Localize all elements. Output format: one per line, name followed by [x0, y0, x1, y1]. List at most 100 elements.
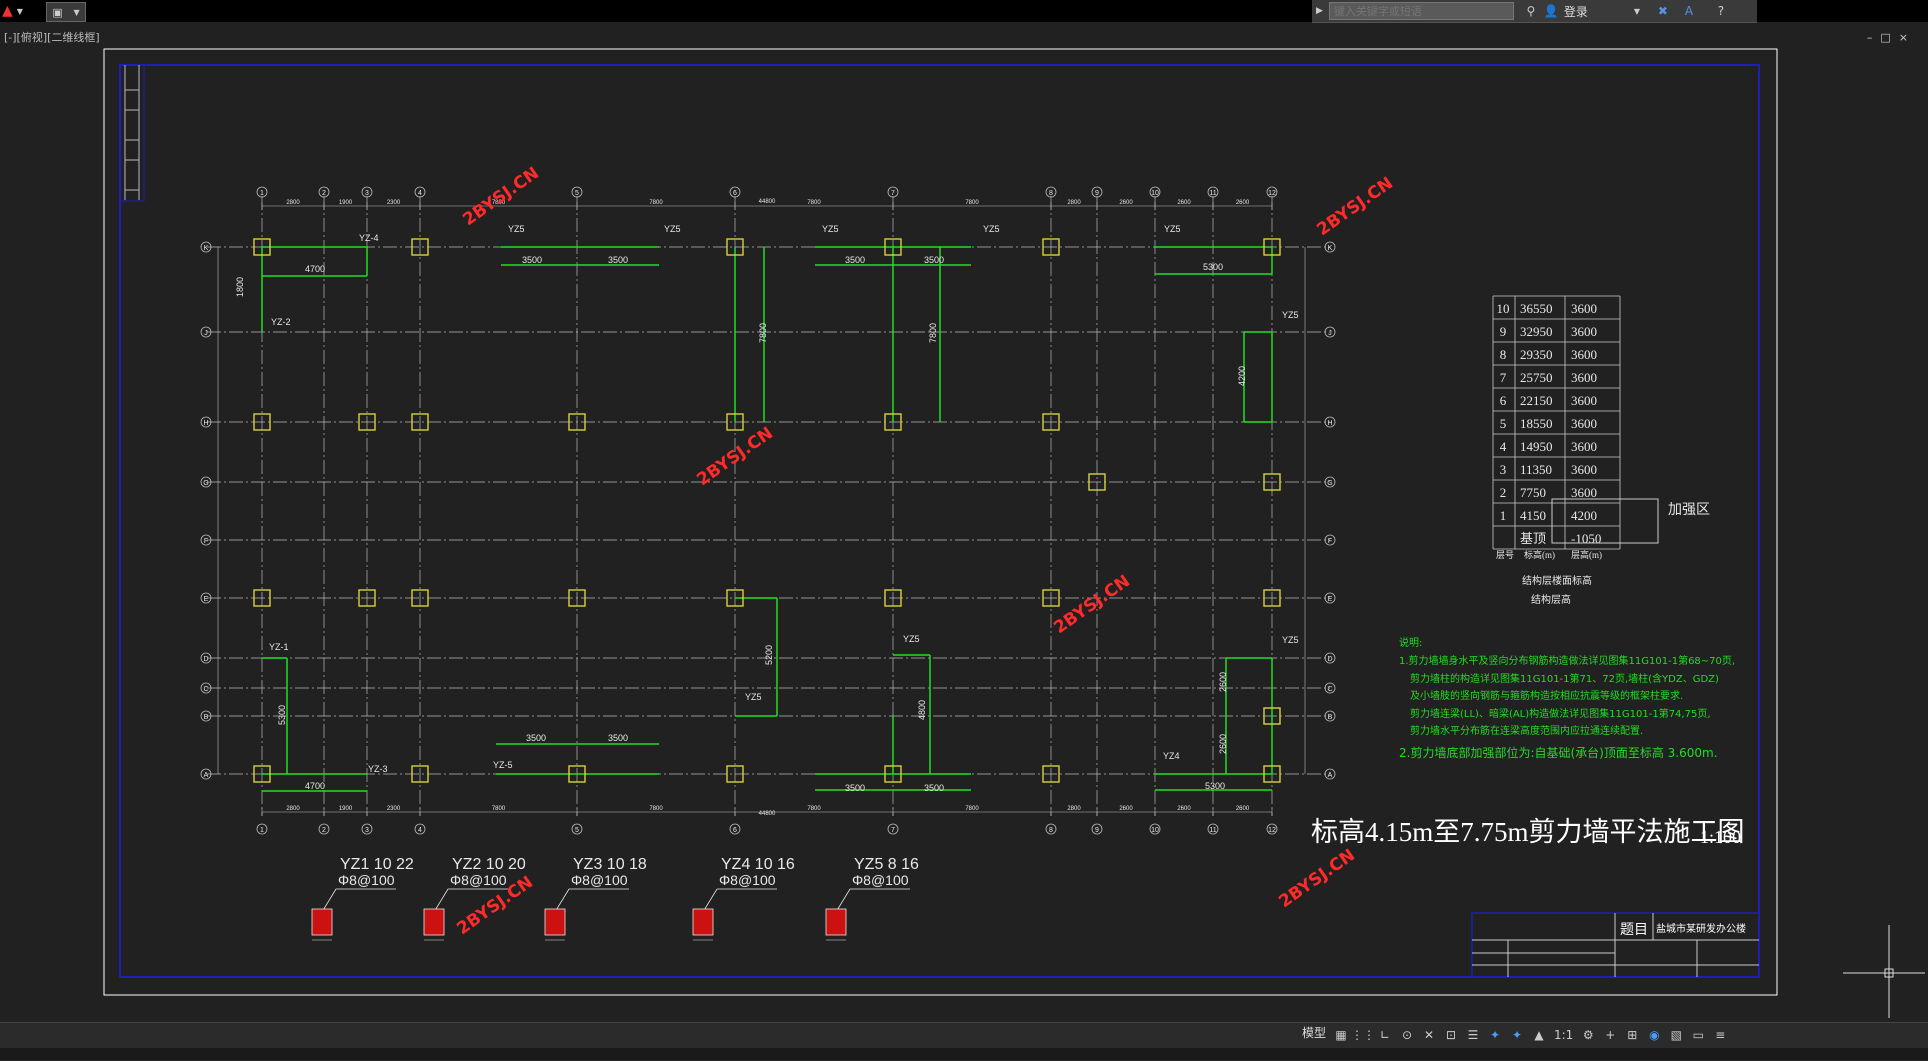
grid-label-left: K	[204, 245, 209, 252]
lineweight-toggle-icon[interactable]: ☰	[1462, 1024, 1484, 1046]
grid-spacing-label: 2600	[1236, 806, 1250, 812]
annotation-scale-value[interactable]: 1:1	[1550, 1024, 1577, 1046]
grid-label-left: F	[204, 538, 208, 545]
grid-spacing-label: 7800	[649, 200, 663, 206]
annotation-scale-icon[interactable]: ▲	[1528, 1024, 1550, 1046]
grid-label-right: E	[1328, 596, 1333, 603]
annotation-visibility-icon[interactable]: ✦	[1484, 1024, 1506, 1046]
level-floor-cell: 9	[1500, 324, 1507, 339]
grid-spacing-label: 2600	[1119, 200, 1133, 206]
grid-label-top: 8	[1049, 190, 1053, 197]
otrack-toggle-icon[interactable]: ⊡	[1440, 1024, 1462, 1046]
grid-spacing-label: 2600	[1177, 200, 1191, 206]
column-detail-stirrup: Φ8@100	[338, 872, 395, 888]
level-elev-cell: 25750	[1520, 370, 1553, 385]
grid-label-bottom: 8	[1049, 827, 1053, 834]
dim-3500d: 3500	[924, 255, 944, 265]
notes-line-2: 剪力墙柱的构造详见图集11G101-1第71、72页,墙柱(含YDZ、GDZ)	[1410, 672, 1719, 685]
binding-strip	[119, 64, 145, 202]
wall-dimension-labels: 4700 3500 3500 3500 3500 5300 7800 7800 …	[235, 255, 1247, 793]
level-elev-cell: 4150	[1520, 508, 1546, 523]
tag-yz5b: YZ5	[664, 224, 681, 234]
grid-spacing-label: 1900	[339, 200, 353, 206]
model-tab[interactable]: 模型	[1302, 1024, 1326, 1041]
customize-menu-icon[interactable]: ≡	[1709, 1024, 1731, 1046]
grid-label-left: J	[204, 330, 208, 337]
grid-spacing-label: 7800	[965, 200, 979, 206]
column-detail-name: YZ2 10 20	[452, 856, 526, 873]
drawing-canvas[interactable]: 112233445566778899101011111212K KJ JH HG GF F…	[0, 0, 1928, 1022]
level-floor-cell: 7	[1500, 370, 1507, 385]
binding-strip-marks	[124, 65, 140, 200]
strengthened-zone-label: 加强区	[1668, 502, 1710, 518]
column-detail-name: YZ5 8 16	[854, 856, 919, 873]
level-elev-cell: 29350	[1520, 347, 1553, 362]
grid-label-bottom: 1	[260, 827, 264, 834]
grid-label-right: K	[1328, 245, 1333, 252]
grid-label-bottom: 5	[575, 827, 579, 834]
units-icon[interactable]: ⊞	[1621, 1024, 1643, 1046]
grid-label-right: B	[1328, 714, 1333, 721]
grid-label-left: A	[204, 772, 209, 779]
title-block-label: 题目	[1620, 923, 1648, 938]
notes-line-3: 及小墙肢的竖向钢筋与箍筋构造按相应抗震等级的框架柱要求.	[1410, 689, 1683, 702]
grid-label-top: 3	[365, 190, 369, 197]
level-elev-cell: 18550	[1520, 416, 1553, 431]
column-details: YZ1 10 22Φ8@100YZ2 10 20Φ8@100YZ3 10 18Φ…	[311, 856, 919, 941]
level-header-height: 层高(m)	[1571, 549, 1602, 560]
grid-spacing-label: 2600	[1177, 806, 1191, 812]
dim-7800a: 7800	[758, 323, 768, 343]
tag-yz5d: YZ5	[983, 224, 1000, 234]
grid-label-right: H	[1327, 420, 1332, 427]
clean-screen-icon[interactable]: ▭	[1687, 1024, 1709, 1046]
strengthened-zone-box	[1551, 498, 1659, 544]
grid-spacing-label: 2600	[1236, 200, 1250, 206]
ortho-toggle-icon[interactable]: ∟	[1374, 1024, 1396, 1046]
dim-4700a: 4700	[305, 264, 325, 274]
tag-yz5f: YZ5	[1282, 310, 1299, 320]
grid-spacing-label: 2800	[1067, 200, 1081, 206]
grid-label-top: 5	[575, 190, 579, 197]
title-block: 题目 盐城市某研发办公楼	[1471, 912, 1760, 978]
grid-label-right: J	[1328, 330, 1332, 337]
grid-label-bottom: 9	[1095, 827, 1099, 834]
column-detail-stirrup: Φ8@100	[719, 872, 776, 888]
dim-3500f: 3500	[608, 733, 628, 743]
column-detail-yz1: YZ1 10 22Φ8@100	[311, 856, 414, 941]
grid-spacing-label: 2300	[387, 806, 401, 812]
level-caption-1: 结构层楼面标高	[1522, 574, 1592, 587]
level-elev-cell: 32950	[1520, 324, 1553, 339]
level-floor-cell: 1	[1500, 508, 1507, 523]
level-height-cell: 3600	[1571, 347, 1597, 362]
dim-7800b: 7800	[928, 323, 938, 343]
grid-label-bottom: 3	[365, 827, 369, 834]
drawing-title-text: 标高4.15m至7.75m剪力墙平法施工图	[1311, 817, 1745, 847]
level-elev-cell: 36550	[1520, 301, 1553, 316]
annotation-autoscale-icon[interactable]: ✦	[1506, 1024, 1528, 1046]
notes-heading: 说明:	[1399, 636, 1422, 649]
grid-toggle-icon[interactable]: ▦	[1330, 1024, 1352, 1046]
level-floor-cell: 2	[1500, 485, 1507, 500]
tag-yz5c: YZ5	[822, 224, 839, 234]
snap-toggle-icon[interactable]: ⋮⋮	[1351, 1024, 1375, 1046]
tag-yz5a: YZ5	[508, 224, 525, 234]
polar-toggle-icon[interactable]: ⊙	[1396, 1024, 1418, 1046]
column-section	[825, 908, 847, 936]
level-floor-cell: 3	[1500, 462, 1507, 477]
grid-label-left: E	[204, 596, 209, 603]
level-elev-cell: 7750	[1520, 485, 1546, 500]
plus-icon[interactable]: +	[1599, 1024, 1621, 1046]
tag-yz5i: YZ5	[1282, 635, 1299, 645]
grid-label-bottom: 7	[891, 827, 895, 834]
column-detail-name: YZ1 10 22	[340, 856, 414, 873]
isolate-objects-icon[interactable]: ◉	[1643, 1024, 1665, 1046]
tag-yz4: YZ-4	[359, 233, 379, 243]
dimension-lines: 2800 1900 2300 7800 7800 7800 7800 2800 2600 2600…	[217, 199, 1306, 817]
workspace-gear-icon[interactable]: ⚙	[1577, 1024, 1599, 1046]
grid-spacing-label: 2600	[1119, 806, 1133, 812]
grid-label-top: 10	[1151, 190, 1159, 197]
osnap-toggle-icon[interactable]: ✕	[1418, 1024, 1440, 1046]
hardware-accel-icon[interactable]: ▧	[1665, 1024, 1687, 1046]
tag-yz3: YZ-3	[368, 764, 388, 774]
grid-label-bottom: 11	[1209, 827, 1216, 834]
